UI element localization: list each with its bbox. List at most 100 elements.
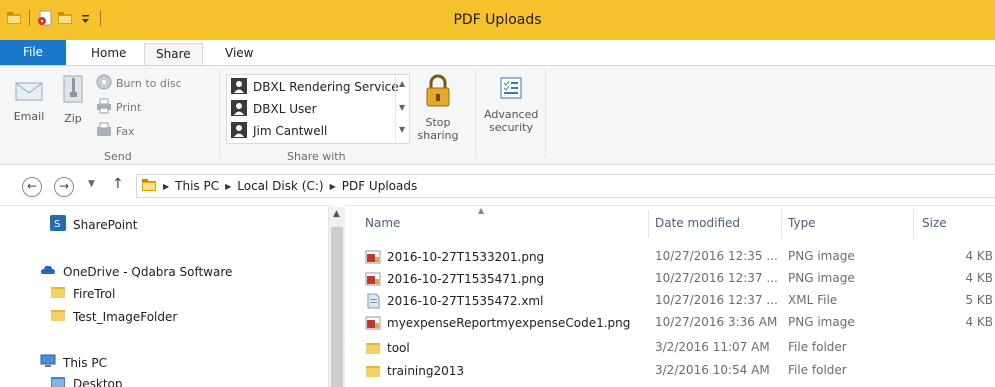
- nav-item-onedrive[interactable]: OneDrive - Qdabra Software: [40, 262, 232, 281]
- up-arrow-icon[interactable]: ↑: [112, 176, 124, 192]
- file-name: 2016-10-27T1533201.png: [387, 250, 545, 264]
- group-divider: [219, 70, 220, 158]
- breadcrumb-item[interactable]: PDF Uploads: [342, 179, 418, 193]
- nav-item-this-pc[interactable]: This PC: [40, 353, 107, 372]
- nav-item-label: Test_ImageFolder: [73, 309, 178, 324]
- computer-icon: [40, 353, 56, 372]
- back-arrow-icon[interactable]: ←: [22, 177, 42, 197]
- nav-item-desktop[interactable]: Desktop: [50, 374, 123, 387]
- svg-text:S: S: [54, 219, 60, 230]
- share-list-scrollbar[interactable]: ▲ ▼ ▼: [395, 75, 409, 143]
- fax-icon: [96, 122, 112, 141]
- scroll-down-icon[interactable]: ▼: [399, 103, 405, 112]
- scroll-up-icon[interactable]: ▲: [333, 209, 340, 219]
- zip-button[interactable]: Zip: [58, 74, 88, 125]
- user-icon: [231, 77, 247, 97]
- png-file-icon: [365, 271, 381, 287]
- desktop-folder-icon: [50, 374, 66, 387]
- png-file-icon: [365, 315, 381, 331]
- column-header-name[interactable]: Name: [365, 216, 400, 230]
- email-icon: [12, 80, 46, 105]
- share-user-label: DBXL User: [253, 102, 317, 116]
- security-checklist-icon: [484, 76, 538, 103]
- chevron-right-icon[interactable]: ▶: [330, 182, 336, 191]
- file-row[interactable]: 2016-10-27T1535472.xml 10/27/2016 12:37 …: [345, 290, 995, 312]
- scrollbar-thumb[interactable]: [331, 227, 343, 387]
- burn-to-disc-button[interactable]: Burn to disc: [96, 74, 182, 92]
- print-label: Print: [116, 100, 142, 114]
- folder-row[interactable]: training2013 3/2/2016 10:54 AM File fold…: [345, 360, 995, 382]
- file-size: 4 KB: [965, 271, 993, 285]
- share-user-label: Jim Cantwell: [253, 124, 328, 138]
- file-row[interactable]: 2016-10-27T1533201.png 10/27/2016 12:35 …: [345, 246, 995, 268]
- share-user-item[interactable]: DBXL Rendering Service: [231, 77, 399, 97]
- column-header-date[interactable]: Date modified: [655, 216, 740, 230]
- column-divider[interactable]: [913, 210, 914, 238]
- fax-button[interactable]: Fax: [96, 122, 135, 140]
- breadcrumb-item[interactable]: Local Disk (C:): [237, 179, 323, 193]
- tab-share[interactable]: Share: [144, 43, 203, 65]
- window-title: PDF Uploads: [453, 12, 542, 28]
- png-file-icon: [365, 249, 381, 265]
- xml-file-icon: [365, 293, 381, 309]
- nav-item-label: This PC: [63, 355, 107, 370]
- advanced-security-button[interactable]: Advanced security: [484, 76, 538, 134]
- file-date: 10/27/2016 12:37 ...: [655, 293, 778, 307]
- stop-sharing-button[interactable]: Stop sharing: [414, 74, 462, 142]
- email-button[interactable]: Email: [12, 80, 46, 123]
- share-with-list[interactable]: DBXL Rendering Service DBXL User Jim Can…: [226, 74, 410, 144]
- navigation-scrollbar[interactable]: ▲: [328, 207, 345, 387]
- file-row[interactable]: 2016-10-27T1535471.png 10/27/2016 12:37 …: [345, 268, 995, 290]
- file-name: myexpenseReportmyexpenseCode1.png: [387, 316, 631, 330]
- file-name-cell: tool: [365, 340, 410, 356]
- file-size: 4 KB: [965, 315, 993, 329]
- nav-item-test-imagefolder[interactable]: Test_ImageFolder: [50, 307, 177, 326]
- title-bar: PDF Uploads: [0, 0, 995, 40]
- tab-home[interactable]: Home: [80, 43, 137, 65]
- scroll-up-icon[interactable]: ▲: [399, 79, 405, 88]
- share-user-item[interactable]: Jim Cantwell: [231, 121, 327, 141]
- column-header-size[interactable]: Size: [922, 216, 947, 230]
- nav-item-label: Desktop: [73, 376, 123, 387]
- folder-icon: [50, 307, 66, 326]
- print-button[interactable]: Print: [96, 98, 141, 116]
- advanced-security-label-2: security: [489, 121, 533, 134]
- file-type: XML File: [788, 293, 838, 307]
- address-bar[interactable]: ▶ This PC ▶ Local Disk (C:) ▶ PDF Upload…: [136, 174, 995, 198]
- tab-file[interactable]: File: [0, 40, 66, 65]
- file-date: 10/27/2016 12:37 ...: [655, 271, 778, 285]
- nav-item-firetrol[interactable]: FireTrol: [50, 284, 115, 303]
- group-divider: [545, 70, 546, 158]
- folder-icon: [50, 284, 66, 303]
- column-divider[interactable]: [781, 210, 782, 238]
- group-divider: [475, 70, 476, 158]
- expand-list-icon[interactable]: ▼: [399, 125, 405, 134]
- share-user-item[interactable]: DBXL User: [231, 99, 317, 119]
- nav-item-sharepoint[interactable]: S SharePoint: [50, 215, 137, 234]
- recent-locations-icon[interactable]: ▼: [88, 179, 95, 189]
- file-type: File folder: [788, 340, 847, 354]
- email-label: Email: [13, 110, 45, 123]
- file-size: 5 KB: [965, 293, 993, 307]
- ribbon-tabs: File Home Share View: [0, 40, 995, 65]
- file-type: File folder: [788, 363, 847, 377]
- file-row[interactable]: myexpenseReportmyexpenseCode1.png 10/27/…: [345, 312, 995, 334]
- column-divider[interactable]: [648, 210, 649, 238]
- file-name: training2013: [387, 364, 465, 378]
- folder-icon: [141, 177, 157, 196]
- file-date: 10/27/2016 12:35 ...: [655, 249, 778, 263]
- column-header-type[interactable]: Type: [788, 216, 816, 230]
- tab-view[interactable]: View: [214, 43, 264, 65]
- chevron-right-icon[interactable]: ▶: [163, 182, 169, 191]
- file-date: 3/2/2016 10:54 AM: [655, 363, 770, 377]
- forward-arrow-icon[interactable]: →: [54, 177, 74, 197]
- stop-sharing-label-2: sharing: [417, 129, 459, 142]
- folder-row[interactable]: tool 3/2/2016 11:07 AM File folder: [345, 337, 995, 359]
- chevron-right-icon[interactable]: ▶: [225, 182, 231, 191]
- fax-label: Fax: [116, 124, 135, 138]
- file-type: PNG image: [788, 249, 855, 263]
- file-name-cell: myexpenseReportmyexpenseCode1.png: [365, 315, 630, 331]
- breadcrumb-item[interactable]: This PC: [175, 179, 219, 193]
- nav-item-label: FireTrol: [73, 286, 116, 301]
- folder-icon: [365, 363, 381, 379]
